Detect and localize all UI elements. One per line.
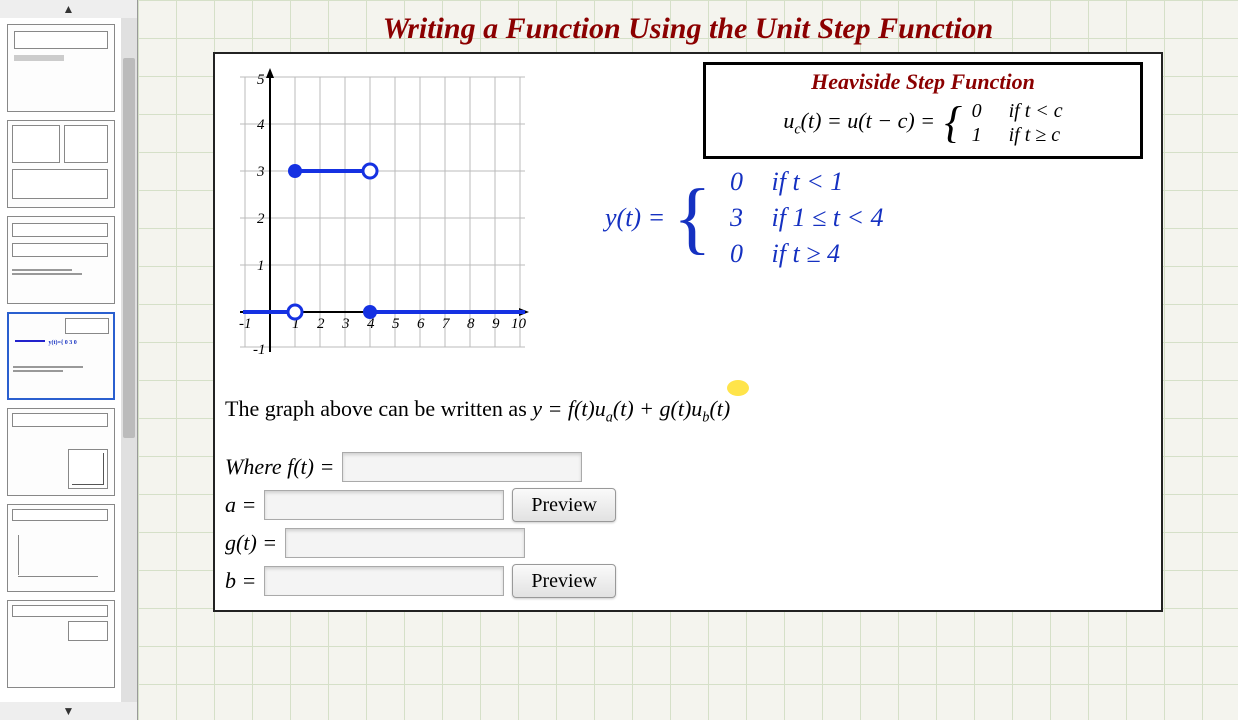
gt-input[interactable]: [285, 528, 525, 558]
svg-text:9: 9: [492, 316, 500, 332]
heaviside-definition-box: Heaviside Step Function uc(t) = u(t − c)…: [703, 62, 1143, 159]
scroll-up-button[interactable]: ▲: [0, 0, 137, 18]
svg-text:10: 10: [511, 316, 527, 332]
answer-form: Where f(t) = a = Preview g(t) = b = Prev…: [225, 446, 616, 604]
content-frame: -1 1 2 3 4 5 6 7 8 9 10 1 2 3 4 5 -1: [213, 52, 1163, 612]
preview-b-button[interactable]: Preview: [512, 564, 616, 598]
svg-text:5: 5: [392, 316, 400, 332]
svg-text:8: 8: [467, 316, 475, 332]
svg-text:7: 7: [442, 316, 451, 332]
thumbnail-1[interactable]: [7, 24, 115, 112]
svg-text:4: 4: [257, 117, 265, 133]
svg-text:6: 6: [417, 316, 425, 332]
svg-text:3: 3: [341, 316, 350, 332]
scrollbar-thumb[interactable]: [123, 58, 135, 438]
statement-text: The graph above can be written as y = f(…: [225, 396, 730, 426]
cursor-highlight-icon: [727, 380, 749, 396]
b-input[interactable]: [264, 566, 504, 596]
scroll-down-button[interactable]: ▼: [0, 702, 137, 720]
svg-text:-1: -1: [239, 316, 252, 332]
thumbnail-list: y(t)={ 0 3 0: [0, 18, 121, 702]
svg-text:-1: -1: [253, 342, 266, 358]
svg-text:3: 3: [256, 164, 265, 180]
handwritten-piecewise: y(t) = { 0if t < 1 3if 1 ≤ t < 4 0if t ≥…: [605, 164, 1005, 272]
heaviside-title: Heaviside Step Function: [716, 69, 1130, 95]
thumbnail-6[interactable]: [7, 504, 115, 592]
svg-text:2: 2: [317, 316, 325, 332]
slide: Writing a Function Using the Unit Step F…: [213, 12, 1163, 612]
svg-text:1: 1: [257, 258, 265, 274]
svg-text:5: 5: [257, 72, 265, 88]
step-function-graph: -1 1 2 3 4 5 6 7 8 9 10 1 2 3 4 5 -1: [225, 62, 535, 372]
handwritten-lhs: y(t) =: [605, 203, 665, 233]
slide-thumbnail-sidebar: ▲ y(t)={ 0 3 0: [0, 0, 138, 720]
slide-title: Writing a Function Using the Unit Step F…: [213, 12, 1163, 46]
thumbnail-4[interactable]: y(t)={ 0 3 0: [7, 312, 115, 400]
ft-input[interactable]: [342, 452, 582, 482]
thumbnail-5[interactable]: [7, 408, 115, 496]
a-input[interactable]: [264, 490, 504, 520]
heaviside-equation: uc(t) = u(t − c) = { 0 if t < c 1 if t ≥…: [716, 97, 1130, 148]
svg-text:2: 2: [257, 211, 265, 227]
thumbnail-3[interactable]: [7, 216, 115, 304]
main-slide-area: Writing a Function Using the Unit Step F…: [138, 0, 1238, 720]
brace-icon: {: [673, 178, 711, 258]
thumbnail-2[interactable]: [7, 120, 115, 208]
thumbnail-7[interactable]: [7, 600, 115, 688]
preview-a-button[interactable]: Preview: [512, 488, 616, 522]
thumbnail-scrollbar[interactable]: [121, 18, 137, 702]
